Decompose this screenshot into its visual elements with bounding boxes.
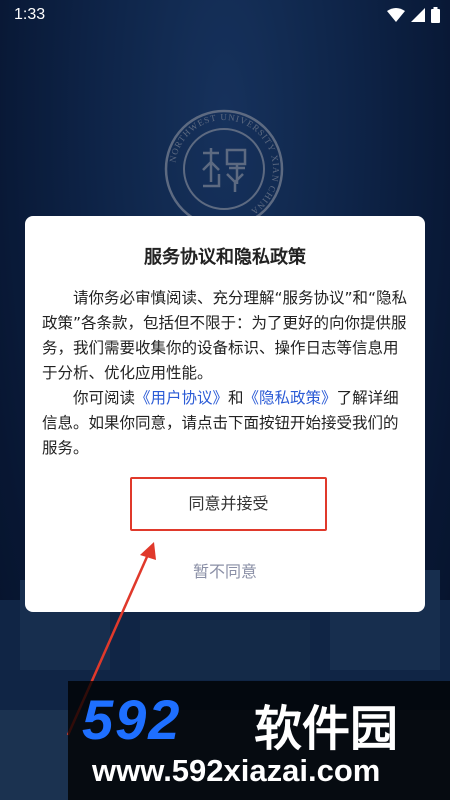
wifi-icon <box>387 8 405 22</box>
signal-icon <box>411 8 425 22</box>
status-bar: 1:33 <box>0 0 450 32</box>
dialog-paragraph-2: 你可阅读《用户协议》和《隐私政策》了解详细信息。如果你同意，请点击下面按钮开始接… <box>42 386 410 461</box>
dialog-body: 请你务必审慎阅读、充分理解“服务协议”和“隐私政策”各条款，包括但不限于：为了更… <box>42 286 410 461</box>
paragraph-2-and: 和 <box>228 389 244 407</box>
status-time: 1:33 <box>14 6 46 23</box>
accept-button[interactable]: 同意并接受 <box>130 477 327 531</box>
privacy-policy-link[interactable]: 《隐私政策》 <box>244 389 337 407</box>
battery-icon <box>431 7 440 23</box>
dialog-paragraph-1: 请你务必审慎阅读、充分理解“服务协议”和“隐私政策”各条款，包括但不限于：为了更… <box>42 289 408 382</box>
watermark-url: www.592xiazai.com <box>92 753 381 788</box>
site-watermark: 592 软件园 www.592xiazai.com <box>68 681 450 800</box>
dialog-title: 服务协议和隐私政策 <box>144 247 306 268</box>
paragraph-2-prefix: 你可阅读 <box>73 389 136 407</box>
watermark-brand-cn: 软件园 <box>254 701 399 757</box>
decline-button[interactable]: 暂不同意 <box>175 558 275 582</box>
watermark-brand: 592 <box>82 688 182 751</box>
user-agreement-link[interactable]: 《用户协议》 <box>135 389 228 407</box>
privacy-policy-dialog: 服务协议和隐私政策 请你务必审慎阅读、充分理解“服务协议”和“隐私政策”各条款，… <box>25 216 425 612</box>
